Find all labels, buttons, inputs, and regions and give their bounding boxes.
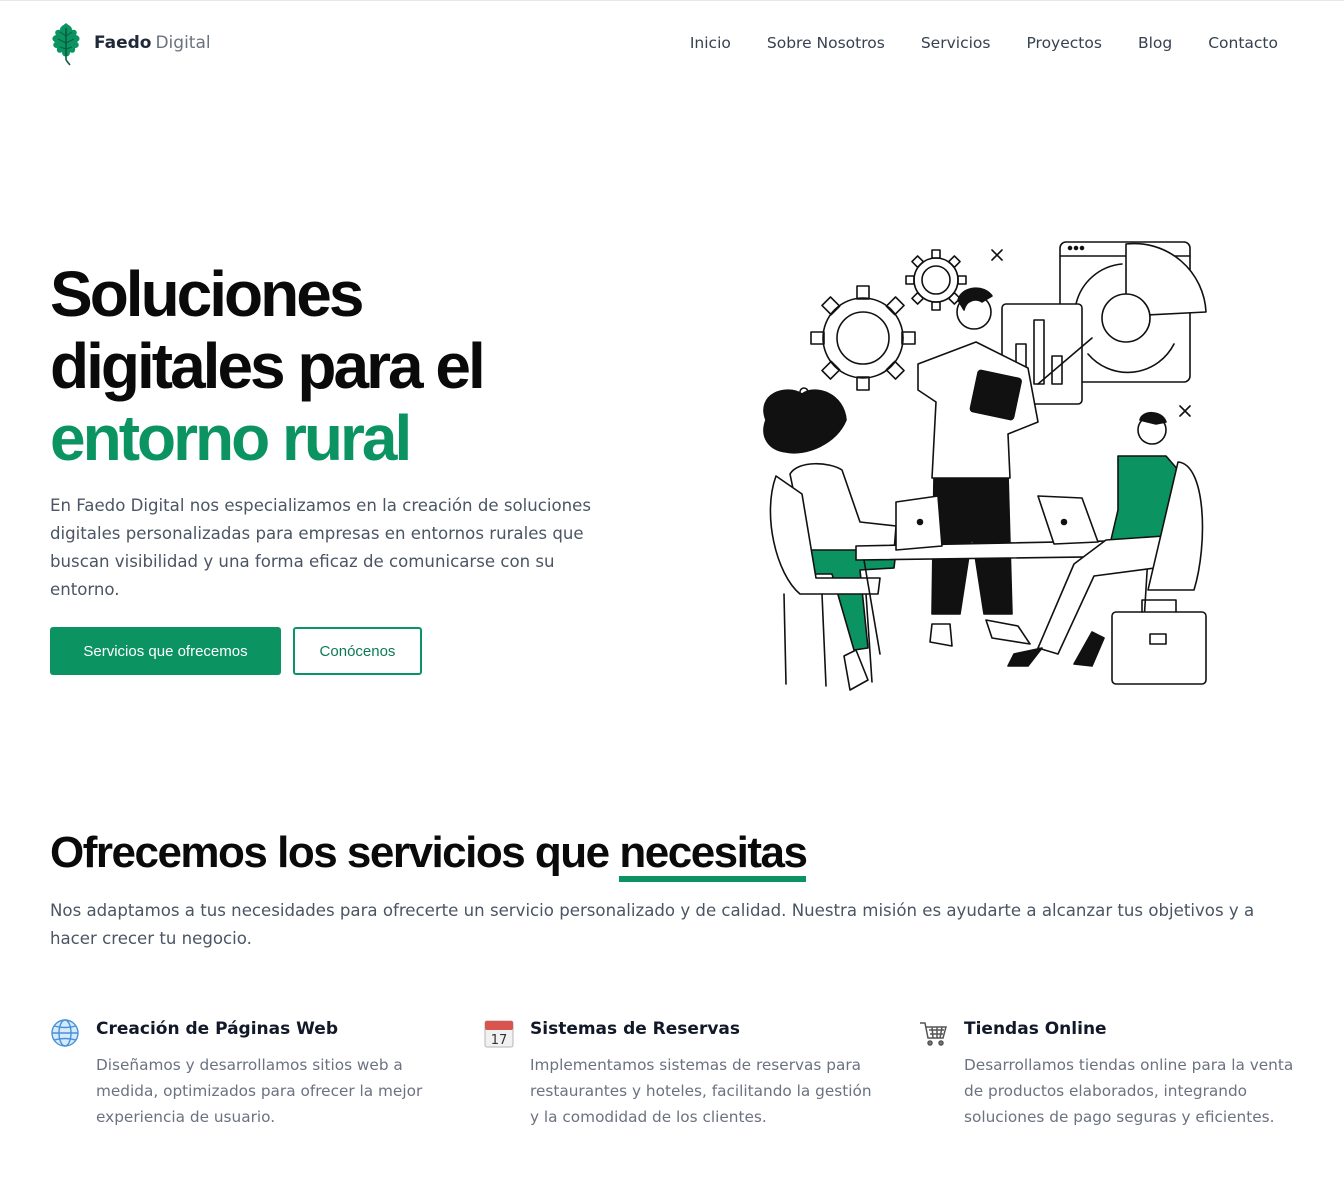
nav-servicios[interactable]: Servicios	[921, 34, 991, 52]
service-text-tiendas: Desarrollamos tiendas online para la ven…	[964, 1056, 1294, 1126]
services-description: Nos adaptamos a tus necesidades para ofr…	[50, 901, 1255, 948]
service-title-tiendas: Tiendas Online	[964, 1019, 1107, 1039]
main-nav: Inicio Sobre Nosotros Servicios Proyecto…	[690, 34, 1296, 52]
service-title-reservas: Sistemas de Reservas	[530, 1019, 741, 1039]
services-title-highlight: necesitas	[619, 828, 808, 882]
globe-icon	[51, 1019, 79, 1047]
nav-proyectos[interactable]: Proyectos	[1026, 34, 1101, 52]
service-text-reservas: Implementamos sistemas de reservas para …	[530, 1056, 872, 1126]
services-title: Ofrecemos los servicios que necesitas	[50, 828, 808, 882]
about-cta-button[interactable]: Conócenos	[293, 627, 422, 675]
services-cta-button[interactable]: Servicios que ofrecemos	[50, 627, 281, 675]
nav-blog[interactable]: Blog	[1138, 34, 1172, 52]
hero-title: Soluciones digitales para el entorno rur…	[50, 258, 690, 474]
brand-logo[interactable]: Faedo Digital	[48, 20, 211, 66]
nav-inicio[interactable]: Inicio	[690, 34, 731, 52]
service-title-web: Creación de Páginas Web	[96, 1019, 339, 1039]
service-text-web: Diseñamos y desarrollamos sitios web a m…	[96, 1056, 423, 1126]
brand-name-bold: Faedo	[94, 33, 152, 53]
team-working-illustration	[763, 241, 1207, 691]
hero-title-line-2: digitales para el	[50, 330, 486, 402]
top-border	[0, 0, 1344, 1]
hero-description: En Faedo Digital nos especializamos en l…	[50, 496, 592, 599]
brand-name: Faedo Digital	[94, 33, 211, 53]
hero-title-highlight: entorno rural	[50, 402, 412, 474]
services-title-main: Ofrecemos los servicios que	[50, 828, 620, 877]
nav-contacto[interactable]: Contacto	[1208, 34, 1278, 52]
calendar-icon: 17	[484, 1020, 514, 1048]
hero-title-line-1: Soluciones	[50, 258, 364, 330]
shopping-cart-icon	[920, 1022, 947, 1046]
nav-sobre-nosotros[interactable]: Sobre Nosotros	[767, 34, 885, 52]
site-header: Faedo Digital Inicio Sobre Nosotros Servi…	[48, 18, 1296, 68]
oak-leaf-icon	[52, 23, 80, 66]
brand-name-light: Digital	[155, 33, 211, 53]
calendar-day: 17	[491, 1033, 508, 1048]
